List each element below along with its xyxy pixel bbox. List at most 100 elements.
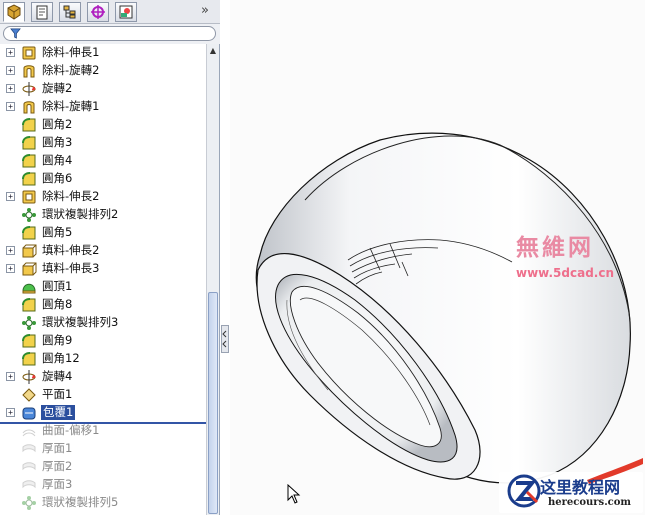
mouse-cursor-icon <box>287 484 301 504</box>
circular-pattern-icon <box>22 316 36 330</box>
expand-toggle-icon[interactable]: + <box>6 408 15 417</box>
watermark-brand-url: www.5dcad.cn <box>516 266 615 280</box>
tree-item-label: 圓角5 <box>42 225 73 239</box>
logo-url-text: herecours.com <box>548 497 632 508</box>
tree-item[interactable]: + 除料-伸長1 <box>0 44 206 62</box>
fillet-icon <box>22 334 36 348</box>
rollback-bar[interactable] <box>0 422 206 424</box>
expand-toggle-icon[interactable]: + <box>6 192 15 201</box>
cut-extrude-icon <box>22 190 36 204</box>
thicken-icon <box>22 444 36 453</box>
tree-item[interactable]: + 包覆1 <box>0 404 206 422</box>
tree-item[interactable]: + 除料-伸長2 <box>0 188 206 206</box>
circular-pattern-icon <box>22 496 36 510</box>
scroll-up-arrow-icon[interactable]: ▲ <box>207 44 219 57</box>
tree-item-label: 曲面-偏移1 <box>42 423 100 437</box>
tree-item-label: 除料-旋轉2 <box>42 63 100 77</box>
feature-manager-tab-icon <box>7 4 21 20</box>
tree-item[interactable]: 圓角5 <box>0 224 206 242</box>
tree-item-label: 圓頂1 <box>42 279 73 293</box>
tree-item[interactable]: + 除料-旋轉1 <box>0 98 206 116</box>
tree-item[interactable]: 厚面2 <box>0 458 206 476</box>
boss-extrude-icon <box>22 262 37 276</box>
revolve-icon <box>22 370 36 384</box>
expand-toggle-icon[interactable]: + <box>6 246 15 255</box>
configuration-manager-tab-icon <box>63 5 76 19</box>
expand-toggle-icon[interactable]: + <box>6 102 15 111</box>
thicken-icon <box>22 480 36 489</box>
wrap-icon <box>22 407 36 420</box>
tree-item[interactable]: + 旋轉2 <box>0 80 206 98</box>
configuration-manager-tab[interactable] <box>59 2 81 22</box>
tree-item-label: 平面1 <box>42 387 73 401</box>
revolve-icon <box>22 82 36 96</box>
tree-item-label: 包覆1 <box>41 405 76 420</box>
fillet-icon <box>22 352 36 366</box>
fillet-icon <box>22 118 36 132</box>
offset-surface-icon <box>22 429 36 437</box>
filter-funnel-icon <box>10 28 21 39</box>
tree-item-label: 環狀複製排列2 <box>42 207 119 221</box>
tree-item[interactable]: 環狀複製排列5 <box>0 494 206 512</box>
expand-toggle-icon[interactable]: + <box>6 372 15 381</box>
tree-item[interactable]: 厚面1 <box>0 440 206 458</box>
tree-item[interactable]: + 除料-旋轉2 <box>0 62 206 80</box>
tree-item[interactable]: + 填料-伸長3 <box>0 260 206 278</box>
expand-toggle-icon[interactable]: + <box>6 66 15 75</box>
tree-item-label: 填料-伸長3 <box>42 261 100 275</box>
tree-item[interactable]: 圓角4 <box>0 152 206 170</box>
tree-item[interactable]: + 旋轉4 <box>0 368 206 386</box>
more-tabs-button[interactable]: » <box>201 3 209 18</box>
tree-item-label: 旋轉4 <box>42 369 73 383</box>
expand-toggle-icon[interactable]: + <box>6 48 15 57</box>
tree-item[interactable]: 圓角9 <box>0 332 206 350</box>
feature-manager-tab[interactable] <box>3 2 25 22</box>
collapse-panel-handle[interactable] <box>221 325 229 353</box>
tree-item-label: 圓角2 <box>42 117 73 131</box>
boss-extrude-icon <box>22 244 37 258</box>
thicken-icon <box>22 462 36 471</box>
fillet-icon <box>22 136 36 150</box>
tree-item-label: 厚面2 <box>42 459 73 473</box>
tree-item[interactable]: 曲面-偏移1 <box>0 422 206 440</box>
expand-toggle-icon[interactable]: + <box>6 84 15 93</box>
tree-item[interactable]: 圓角3 <box>0 134 206 152</box>
tree-item[interactable]: 圓角2 <box>0 116 206 134</box>
watermark-brand-cn: 無維网 <box>516 234 594 261</box>
tree-item[interactable]: 環狀複製排列3 <box>0 314 206 332</box>
tree-item[interactable]: 環狀複製排列2 <box>0 206 206 224</box>
cut-revolve-icon <box>23 65 35 78</box>
tree-item[interactable]: 厚面3 <box>0 476 206 494</box>
feature-filter-input[interactable] <box>3 26 216 41</box>
feature-tree: + 除料-伸長1 + 除料-旋轉2 + 旋轉2 + 除料-旋轉1 圓角2 圓角3 圓角4 圓角6 + 除料… <box>0 44 206 515</box>
collapse-arrows-icon <box>222 330 227 348</box>
fillet-icon <box>22 172 36 186</box>
tree-item[interactable]: 圓角12 <box>0 350 206 368</box>
panel-splitter[interactable] <box>220 0 230 515</box>
display-manager-tab[interactable] <box>115 2 137 22</box>
feature-manager-tabbar: » <box>0 0 220 24</box>
plane-icon <box>22 388 36 402</box>
tree-item-label: 圓角12 <box>42 351 80 365</box>
filter-bar <box>0 24 220 44</box>
display-manager-tab-icon <box>119 5 133 19</box>
tree-item[interactable]: 圓頂1 <box>0 278 206 296</box>
tree-item[interactable]: + 填料-伸長2 <box>0 242 206 260</box>
tree-item-label: 圓角4 <box>42 153 73 167</box>
tree-item[interactable]: 圓角8 <box>0 296 206 314</box>
dimxpert-manager-tab[interactable] <box>87 2 109 22</box>
fillet-icon <box>22 298 36 312</box>
tree-scrollbar[interactable]: ▲ <box>206 44 219 515</box>
tree-item-label: 圓角8 <box>42 297 73 311</box>
feature-manager-panel: » + 除料-伸長1 + 除料-旋轉2 + 旋轉2 + 除料-旋轉1 圓角2 圓角3 圓角4 圓角6 +… <box>0 0 220 515</box>
scrollbar-thumb[interactable] <box>208 292 218 514</box>
tree-item-label: 旋轉2 <box>42 81 73 95</box>
tree-item-label: 環狀複製排列3 <box>42 315 119 329</box>
expand-toggle-icon[interactable]: + <box>6 264 15 273</box>
tree-item[interactable]: 圓角6 <box>0 170 206 188</box>
tree-item[interactable]: 平面1 <box>0 386 206 404</box>
dimxpert-manager-tab-icon <box>91 5 105 19</box>
tree-item-label: 圓角3 <box>42 135 73 149</box>
property-manager-tab-icon <box>36 5 48 20</box>
property-manager-tab[interactable] <box>31 2 53 22</box>
